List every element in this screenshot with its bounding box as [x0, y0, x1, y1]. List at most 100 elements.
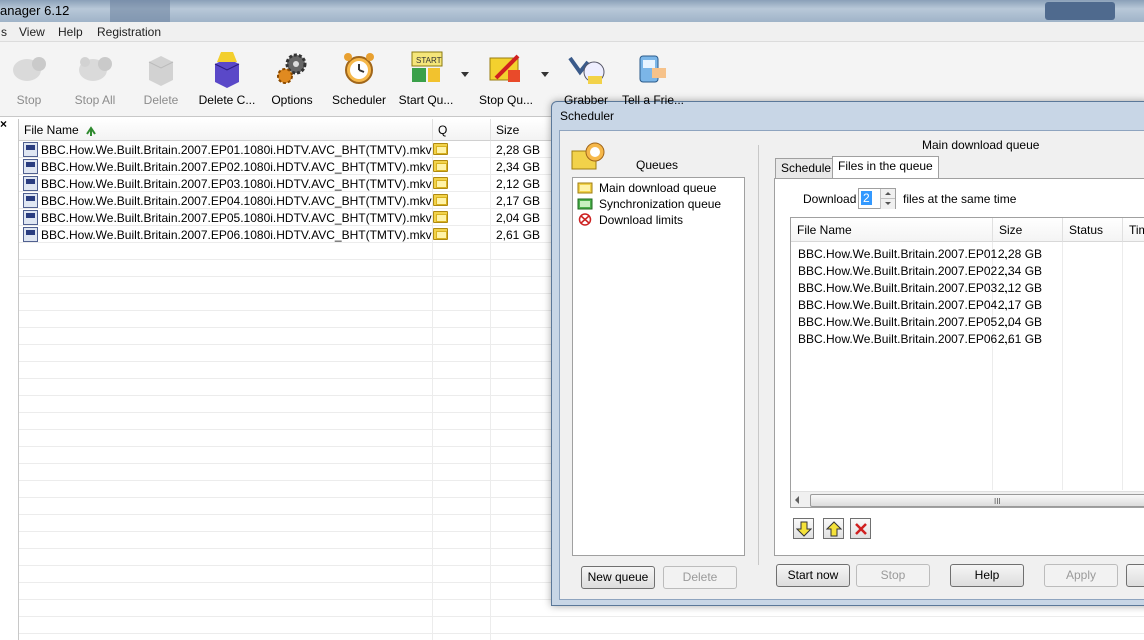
tell-a-friend-button[interactable]: Tell a Frie... [622, 48, 685, 107]
stop-button[interactable]: Stop [856, 564, 930, 587]
queue-file-row[interactable]: BBC.How.We.Built.Britain.2007.EP04.... 2,… [791, 296, 1144, 313]
download-label: Download [803, 192, 857, 206]
apply-button[interactable]: Apply [1044, 564, 1118, 587]
queue-folder-icon [433, 211, 448, 223]
stop-button[interactable]: Stop [8, 48, 50, 107]
tell-a-friend-icon [632, 48, 672, 88]
stop-all-icon [75, 48, 115, 88]
column-header-file-name[interactable]: File Name [791, 218, 993, 242]
new-queue-button[interactable]: New queue [581, 566, 655, 589]
scroll-left-icon[interactable] [795, 496, 799, 504]
column-header-size[interactable]: Size [993, 218, 1063, 242]
horizontal-scrollbar[interactable]: III [791, 491, 1144, 507]
file-name-cell: BBC.How.We.Built.Britain.2007.EP05.1080i… [41, 211, 432, 225]
menu-item-partial[interactable]: s [1, 25, 7, 39]
red-x-icon [855, 523, 867, 535]
grid-line [19, 633, 1144, 634]
arrow-down-icon [796, 521, 812, 537]
queue-file-row[interactable]: BBC.How.We.Built.Britain.2007.EP06.... 2,… [791, 330, 1144, 347]
delete-completed-button[interactable]: Delete C... [198, 48, 256, 107]
delete-completed-button-label: Delete C... [198, 93, 256, 107]
menu-item-registration[interactable]: Registration [97, 25, 161, 39]
scrollbar-grip: III [994, 497, 1001, 506]
file-size-cell: 2,17 GB [496, 194, 541, 208]
scheduler-dialog-body: Queues Main download queue Synchronizati… [559, 130, 1144, 600]
stop-queue-icon [486, 48, 526, 88]
stop-queue-dropdown-icon[interactable] [541, 72, 549, 77]
simultaneous-downloads-spinner[interactable]: 2 [858, 188, 896, 209]
column-header-q[interactable]: Q [433, 119, 491, 141]
delete-queue-button[interactable]: Delete [663, 566, 737, 589]
tell-a-friend-button-label: Tell a Frie... [622, 93, 685, 107]
queues-label: Queues [636, 158, 679, 172]
queue-item-label: Synchronization queue [599, 197, 722, 211]
tab-files-in-the-queue[interactable]: Files in the queue [832, 156, 939, 178]
file-name-cell: BBC.How.We.Built.Britain.2007.EP02.1080i… [41, 160, 432, 174]
column-header-time[interactable]: Time [1123, 218, 1144, 242]
queue-file-row[interactable]: BBC.How.We.Built.Britain.2007.EP03.... 2,… [791, 279, 1144, 296]
options-button[interactable]: Options [269, 48, 315, 107]
app-title-bar: anager 6.12 [0, 0, 1144, 22]
column-header-file-name[interactable]: File Name [19, 119, 433, 141]
move-down-button[interactable] [793, 518, 814, 539]
queue-file-row[interactable]: BBC.How.We.Built.Britain.2007.EP01.... 2,… [791, 245, 1144, 262]
queue-item-label: Main download queue [599, 181, 717, 195]
queue-file-size-cell: 2,28 GB [998, 247, 1043, 261]
alarm-clock-icon [339, 48, 379, 88]
stop-all-button[interactable]: Stop All [70, 48, 120, 107]
scrollbar-thumb[interactable]: III [810, 494, 1144, 507]
arrow-up-icon [826, 521, 842, 537]
menu-bar: s View Help Registration [0, 22, 1144, 42]
delete-completed-icon [207, 48, 247, 88]
grabber-button[interactable]: Grabber [560, 48, 612, 107]
file-size-cell: 2,28 GB [496, 143, 541, 157]
queue-file-name-cell: BBC.How.We.Built.Britain.2007.EP04.... [798, 298, 1011, 312]
sync-queue-icon [577, 197, 593, 210]
title-bar-background [1045, 2, 1115, 20]
queue-file-row[interactable]: BBC.How.We.Built.Britain.2007.EP05.... 2,… [791, 313, 1144, 330]
queue-folder-icon [577, 181, 593, 194]
column-header-status[interactable]: Status [1063, 218, 1123, 242]
queue-item-label: Download limits [599, 213, 684, 227]
file-size-cell: 2,34 GB [496, 160, 541, 174]
start-now-button[interactable]: Start now [776, 564, 850, 587]
file-name-cell: BBC.How.We.Built.Britain.2007.EP04.1080i… [41, 194, 432, 208]
delete-button[interactable]: Delete [140, 48, 182, 107]
queue-folder-icon [433, 228, 448, 240]
queue-file-size-cell: 2,61 GB [998, 332, 1043, 346]
grabber-button-label: Grabber [563, 93, 609, 107]
menu-item-view[interactable]: View [19, 25, 45, 39]
file-name-cell: BBC.How.We.Built.Britain.2007.EP01.1080i… [41, 143, 432, 157]
options-button-label: Options [271, 93, 313, 107]
queue-file-row[interactable]: BBC.How.We.Built.Britain.2007.EP02.... 2,… [791, 262, 1144, 279]
tab-schedule[interactable]: Schedule [775, 158, 838, 178]
delete-icon [141, 48, 181, 88]
menu-item-help[interactable]: Help [58, 25, 83, 39]
scheduler-button[interactable]: Scheduler [331, 48, 387, 107]
stop-queue-button[interactable]: Stop Qu... [478, 48, 534, 107]
queue-folder-icon [433, 160, 448, 172]
queue-file-name-cell: BBC.How.We.Built.Britain.2007.EP01.... [798, 247, 1011, 261]
close-icon[interactable]: × [0, 117, 12, 131]
start-queue-button[interactable]: START Start Qu... [398, 48, 454, 107]
stop-all-button-label: Stop All [74, 93, 116, 107]
start-queue-dropdown-icon[interactable] [461, 72, 469, 77]
sort-arrow-icon [86, 126, 96, 136]
queue-file-size-cell: 2,12 GB [998, 281, 1043, 295]
remove-from-queue-button[interactable] [850, 518, 871, 539]
queue-file-size-cell: 2,17 GB [998, 298, 1043, 312]
spin-down-icon[interactable] [880, 199, 895, 209]
files-same-time-label: files at the same time [903, 192, 1017, 206]
mkv-file-icon [23, 142, 38, 157]
scheduler-dialog: Scheduler Queues Main download queue Syn… [551, 101, 1144, 606]
simultaneous-downloads-value[interactable]: 2 [861, 191, 872, 205]
help-button[interactable]: Help [950, 564, 1024, 587]
move-up-button[interactable] [823, 518, 844, 539]
grabber-icon [566, 48, 606, 88]
svg-text:START: START [416, 56, 442, 65]
queue-folder-icon [433, 143, 448, 155]
scheduler-dialog-title: Scheduler [560, 109, 615, 123]
cancel-button-partial[interactable] [1126, 564, 1144, 587]
mkv-file-icon [23, 193, 38, 208]
spin-up-icon[interactable] [880, 189, 895, 199]
